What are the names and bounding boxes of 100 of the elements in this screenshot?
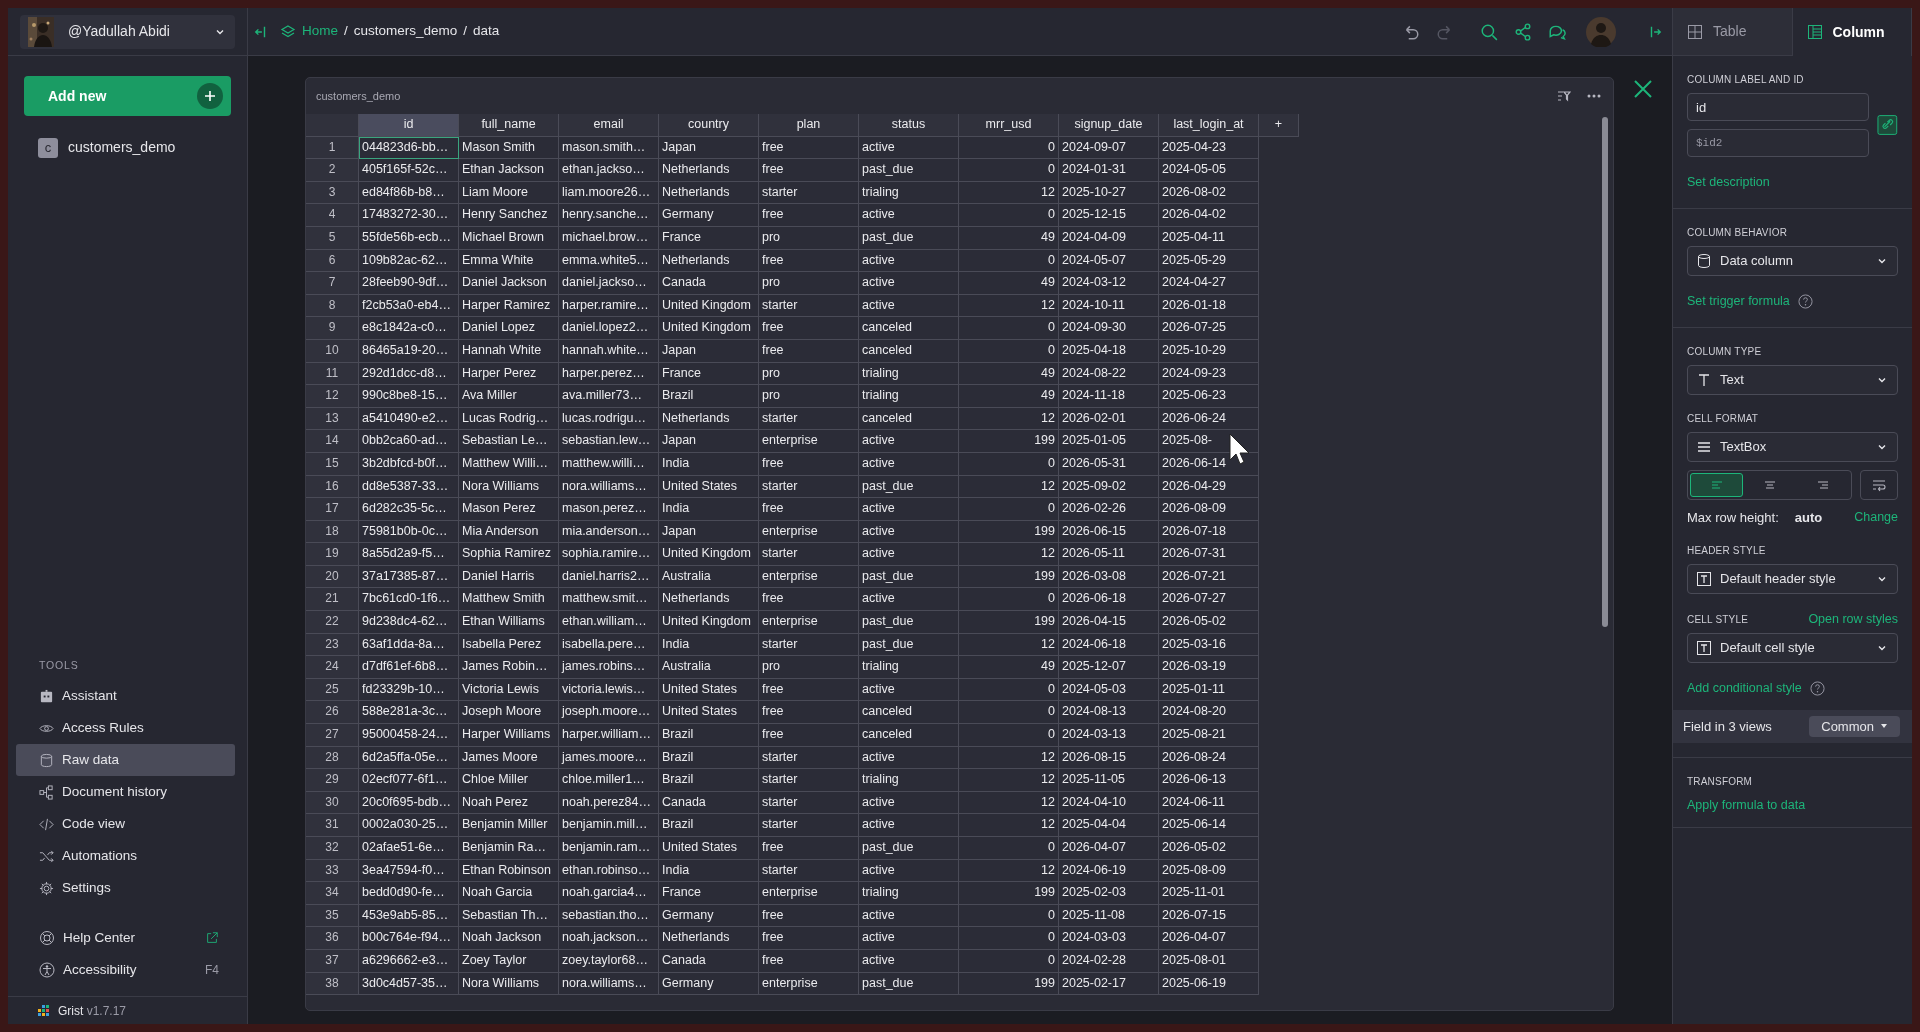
table-cell: Hannah White [459,339,559,363]
id-field[interactable]: $id2 [1687,129,1870,157]
open-row-styles-link[interactable]: Open row styles [1808,610,1898,629]
table-cell: 2024-08-22 [1059,362,1159,386]
table-cell: Brazil [659,814,759,837]
table-cell: 2024-09-30 [1059,317,1159,340]
database-icon [1696,252,1712,269]
common-dropdown[interactable]: Common [1809,715,1900,737]
table-cell: harper.ramire… [559,294,659,318]
table-cell: 2025-12-15 [1059,204,1159,227]
column-header[interactable]: last_login_at [1159,114,1259,137]
collapse-panel-icon[interactable] [1648,24,1662,39]
corner-cell[interactable] [306,114,359,137]
row-number: 21 [306,588,359,612]
table-cell: 2026-06-15 [1059,520,1159,544]
sidebar-item[interactable]: Raw data [16,744,235,776]
link-icon[interactable] [1877,114,1898,136]
row-number: 11 [306,362,359,386]
row-number: 17 [306,498,359,521]
alignment-button[interactable] [1690,472,1743,497]
table-cell: free [759,204,859,227]
table-cell: 2025-02-17 [1059,972,1159,996]
table-cell: 2024-05-05 [1159,159,1259,182]
wrap-button[interactable] [1860,469,1898,500]
sidebar-item[interactable]: Settings [16,872,235,904]
sidebar-item[interactable]: Help Center [16,922,235,954]
table-cell: free [759,904,859,928]
help-icon[interactable] [1797,293,1813,309]
table-cell: canceled [859,407,959,431]
table-cell: 0 [959,724,1059,747]
collapse-panel-icon[interactable] [254,24,268,39]
breadcrumb-item: customers_demo [353,22,458,41]
table-cell: 12 [959,791,1059,815]
table-cell: active [859,204,959,227]
column-header[interactable]: signup_date [1059,114,1159,137]
table-cell: France [659,362,759,386]
dropdown[interactable]: Text [1687,364,1898,395]
search-icon[interactable] [1480,22,1498,41]
table-cell: 990c8be8-15… [359,385,459,408]
sort-filter-icon[interactable] [1557,90,1571,102]
column-header[interactable]: mrr_usd [959,114,1059,137]
table-cell: hannah.white… [559,339,659,363]
breadcrumb-link[interactable]: Home [302,21,338,42]
table-cell: Brazil [659,769,759,792]
sidebar-item[interactable]: Code view [16,808,235,840]
dropdown[interactable]: TextBox [1687,431,1898,462]
column-header[interactable]: plan [759,114,859,137]
table-cell: benjamin.ram… [559,837,659,860]
row-number: 6 [306,249,359,273]
sidebar-item[interactable]: Access Rules [16,712,235,744]
add-conditional-style-link[interactable]: Add conditional style [1687,678,1802,698]
more-icon[interactable] [1587,94,1601,98]
table-cell: 0 [959,136,1059,160]
table-cell: starter [759,181,859,205]
help-icon[interactable] [1809,680,1825,696]
breadcrumb-separator: / [463,22,468,41]
dropdown[interactable]: Data column [1687,245,1898,276]
sidebar-item[interactable]: Document history [16,776,235,808]
close-icon[interactable] [1633,79,1653,99]
scrollbar-thumb[interactable] [1602,117,1608,627]
add-new-button[interactable]: Add new [24,76,231,116]
table-cell: 2026-03-08 [1059,565,1159,589]
table-cell: free [759,724,859,747]
table-cell: 588e281a-3c… [359,701,459,725]
table-cell: 3b2dbfcd-b0f… [359,452,459,476]
column-header[interactable]: country [659,114,759,137]
column-header[interactable]: full_name [459,114,559,137]
set-trigger-formula-link[interactable]: Set trigger formula [1687,291,1790,311]
change-link[interactable]: Change [1854,507,1898,527]
label-field[interactable]: id [1687,93,1870,121]
apply-formula-link[interactable]: Apply formula to data [1687,798,1806,812]
row-number: 32 [306,837,359,860]
table-cell: 2026-07-21 [1159,565,1259,589]
dropdown[interactable]: Default header style [1687,564,1898,594]
table-cell: 2026-07-15 [1159,904,1259,928]
table-cell: 199 [959,972,1059,996]
table-cell: Australia [659,565,759,589]
table-cell: ethan.jackso… [559,159,659,182]
table-cell: 2024-02-28 [1059,949,1159,973]
table-cell: b00c764e-f94… [359,927,459,950]
row-number: 13 [306,407,359,431]
add-column-button[interactable]: + [1259,114,1299,137]
sidebar-item[interactable]: Automations [16,840,235,872]
column-header[interactable]: id [359,114,459,137]
share-icon[interactable] [1514,22,1532,41]
account-menu[interactable]: @Yadullah Abidi [20,14,235,49]
table-cell: 49 [959,362,1059,386]
alignment-toggle-group[interactable] [1687,469,1852,500]
table-cell: 0 [959,159,1059,182]
panel-tab[interactable]: Table [1673,8,1793,56]
column-header[interactable]: status [859,114,959,137]
table-cell: Matthew Smith [459,588,559,612]
page-item[interactable]: c customers_demo [32,134,231,161]
dropdown[interactable]: Default cell style [1687,632,1898,663]
table-cell: active [859,588,959,612]
sidebar-item[interactable]: Accessibility F4 [16,954,235,986]
row-number: 2 [306,159,359,182]
set-description-link[interactable]: Set description [1687,173,1770,192]
sidebar-item[interactable]: Assistant [16,680,235,712]
column-header[interactable]: email [559,114,659,137]
